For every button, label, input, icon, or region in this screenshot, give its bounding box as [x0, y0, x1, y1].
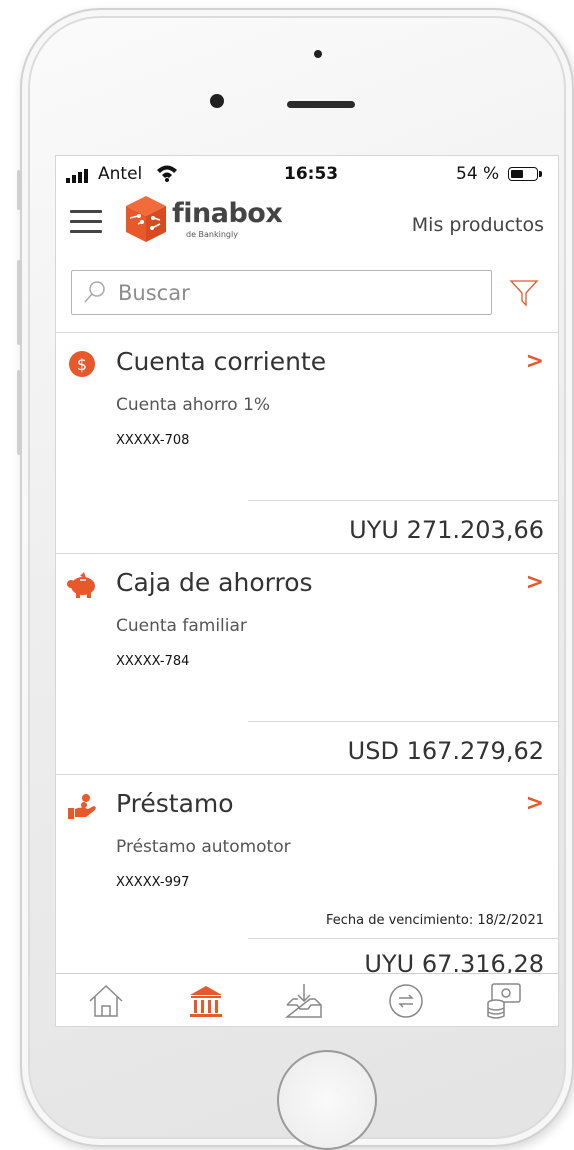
- phone-front-camera: [210, 94, 224, 108]
- product-description: Préstamo automotor: [116, 837, 291, 857]
- product-card-cuenta-corriente[interactable]: $ Cuenta corriente > Cuenta ahorro 1% XX…: [56, 333, 558, 554]
- signal-icon: [66, 169, 88, 183]
- filter-icon[interactable]: [509, 278, 539, 308]
- product-description: Cuenta familiar: [116, 616, 247, 636]
- logo-cube-icon: [126, 196, 166, 242]
- divider: [248, 721, 558, 722]
- search-box[interactable]: [71, 270, 492, 315]
- page-title: Mis productos: [411, 214, 544, 236]
- app-screen: Antel 16:53 54 % finabox de Bankingly Mi…: [55, 155, 559, 1027]
- search-icon: [84, 281, 105, 303]
- bottom-navigation: [56, 973, 558, 1026]
- transfer-icon[interactable]: [386, 981, 426, 1021]
- product-description: Cuenta ahorro 1%: [116, 395, 271, 415]
- app-header: finabox de Bankingly Mis productos: [56, 192, 558, 250]
- phone-home-button[interactable]: [277, 1050, 377, 1150]
- product-name: Caja de ahorros: [116, 568, 313, 597]
- home-icon[interactable]: [86, 981, 126, 1021]
- product-balance: USD 167.279,62: [347, 737, 544, 765]
- phone-mute-switch: [17, 170, 22, 210]
- status-bar: Antel 16:53 54 %: [56, 156, 558, 192]
- chevron-right-icon[interactable]: >: [526, 349, 544, 374]
- phone-speaker: [287, 101, 355, 108]
- inbox-download-icon[interactable]: [284, 981, 324, 1021]
- carrier-name: Antel: [98, 164, 143, 184]
- divider: [248, 500, 558, 501]
- product-card-caja-de-ahorros[interactable]: Caja de ahorros > Cuenta familiar XXXXX-…: [56, 554, 558, 775]
- logo-wordmark: finabox: [172, 198, 283, 229]
- product-name: Cuenta corriente: [116, 347, 327, 376]
- dollar-coin-icon: $: [69, 351, 95, 377]
- chevron-right-icon[interactable]: >: [526, 570, 544, 595]
- payments-icon[interactable]: [484, 981, 524, 1021]
- due-date: Fecha de vencimiento: 18/2/2021: [325, 913, 544, 928]
- battery-percentage: 54 %: [456, 164, 500, 184]
- product-balance: UYU 271.203,66: [349, 516, 544, 544]
- account-number: XXXXX-708: [116, 433, 190, 448]
- account-number: XXXXX-784: [116, 654, 190, 669]
- svg-text:$: $: [77, 355, 87, 374]
- search-bar-row: [56, 250, 558, 333]
- piggy-bank-icon: [67, 572, 95, 598]
- search-input[interactable]: [116, 276, 480, 310]
- product-list: $ Cuenta corriente > Cuenta ahorro 1% XX…: [56, 333, 558, 996]
- phone-volume-up: [17, 260, 22, 345]
- loan-hand-icon: [68, 794, 96, 819]
- status-time: 16:53: [284, 164, 339, 184]
- chevron-right-icon[interactable]: >: [526, 791, 544, 816]
- divider: [248, 938, 558, 939]
- bank-icon[interactable]: [186, 981, 226, 1021]
- phone-volume-down: [17, 370, 22, 455]
- battery-icon: [508, 167, 542, 181]
- phone-proximity-sensor: [314, 50, 322, 58]
- account-number: XXXXX-997: [116, 875, 190, 890]
- menu-icon[interactable]: [70, 210, 102, 234]
- product-name: Préstamo: [116, 789, 234, 818]
- logo-subtext: de Bankingly: [186, 230, 238, 239]
- wifi-icon: [156, 164, 178, 187]
- finabox-logo: finabox de Bankingly: [124, 194, 284, 250]
- product-card-prestamo[interactable]: Préstamo > Préstamo automotor XXXXX-997 …: [56, 775, 558, 996]
